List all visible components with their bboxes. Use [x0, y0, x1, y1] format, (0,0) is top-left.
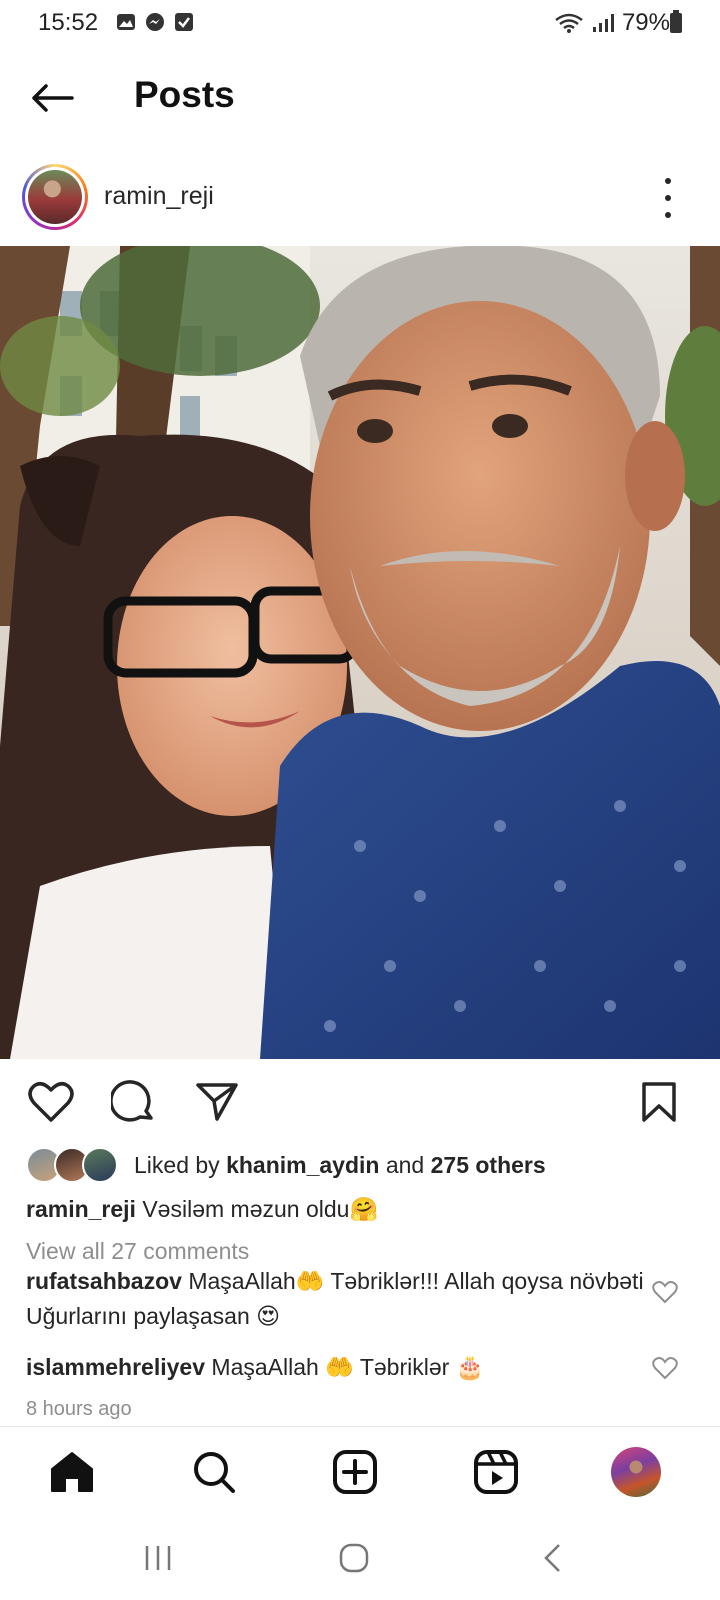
nav-create[interactable]: [330, 1447, 380, 1497]
messenger-icon: [146, 13, 164, 31]
recent-apps-button[interactable]: [138, 1538, 178, 1578]
avatar: [82, 1147, 118, 1183]
hug-emoji: 🤗: [349, 1197, 379, 1223]
more-dots-icon: [665, 178, 671, 184]
system-back-button[interactable]: [532, 1538, 572, 1578]
share-button[interactable]: [192, 1078, 242, 1126]
home-button[interactable]: [334, 1538, 374, 1578]
like-button[interactable]: [26, 1078, 76, 1126]
likes-row[interactable]: Liked by khanim_aydin and 275 others: [26, 1146, 546, 1184]
save-button[interactable]: [634, 1078, 684, 1126]
signal-icon: [592, 14, 614, 32]
post-header: ramin_reji: [0, 158, 720, 238]
comment-like-heart-icon[interactable]: [652, 1356, 678, 1380]
bottom-navigation: [0, 1426, 720, 1518]
back-button[interactable]: [26, 76, 78, 120]
likes-others[interactable]: 275 others: [431, 1152, 546, 1178]
system-navigation: [0, 1518, 720, 1600]
battery-icon: [670, 10, 682, 33]
battery-percent: 79%: [621, 9, 670, 36]
more-options-button[interactable]: [656, 178, 680, 218]
send-icon: [196, 1083, 238, 1121]
home-icon: [51, 1452, 93, 1492]
reels-icon: [474, 1450, 518, 1494]
likes-summary: Liked by khanim_aydin and 275 others: [134, 1151, 546, 1178]
home-circle-icon: [339, 1543, 369, 1573]
nav-home[interactable]: [47, 1447, 97, 1497]
caption-text: Vəsiləm məzun oldu: [142, 1196, 350, 1222]
status-right: 79%: [554, 9, 670, 37]
post-actions: [0, 1078, 720, 1128]
comment-icon: [111, 1080, 153, 1122]
comment-button[interactable]: [108, 1078, 158, 1126]
page-title: Posts: [134, 74, 235, 115]
nav-search[interactable]: [189, 1447, 239, 1497]
avatar: [28, 170, 82, 224]
post-username[interactable]: ramin_reji: [104, 182, 214, 211]
avatar: [611, 1447, 661, 1497]
post-timestamp: 8 hours ago: [26, 1398, 132, 1420]
post-image[interactable]: [0, 246, 720, 1059]
top-header: Posts: [0, 58, 720, 138]
view-all-comments-link[interactable]: View all 27 comments: [26, 1238, 249, 1265]
comment-item: islammehreliyev MaşaAllah 🤲 Təbriklər 🎂: [26, 1354, 485, 1381]
post-caption: ramin_reji Vəsiləm məzun oldu🤗: [26, 1196, 706, 1223]
post-photo: [0, 246, 720, 1059]
back-arrow-icon: [32, 84, 74, 112]
status-notification-icons: [116, 12, 194, 32]
heart-icon: [28, 1082, 74, 1122]
chevron-left-icon: [544, 1544, 560, 1572]
post-author-avatar[interactable]: [22, 164, 88, 230]
liker-avatars: [26, 1147, 118, 1183]
status-bar: 15:52 79%: [0, 0, 720, 46]
comment-item: rufatsahbazov MaşaAllah🤲 Təbriklər!!! Al…: [26, 1268, 644, 1330]
check-icon: [175, 13, 193, 31]
liker-username[interactable]: khanim_aydin: [226, 1152, 379, 1178]
caption-username[interactable]: ramin_reji: [26, 1196, 136, 1222]
add-post-icon: [333, 1450, 377, 1494]
nav-profile[interactable]: [611, 1447, 661, 1497]
gallery-icon: [117, 14, 135, 30]
nav-reels[interactable]: [471, 1447, 521, 1497]
wifi-icon: [555, 13, 583, 33]
search-icon: [194, 1452, 235, 1493]
status-time: 15:52: [38, 9, 99, 36]
comment-like-heart-icon[interactable]: [652, 1280, 678, 1304]
bookmark-icon: [642, 1082, 676, 1122]
comment-username[interactable]: rufatsahbazov: [26, 1268, 182, 1294]
comment-username[interactable]: islammehreliyev: [26, 1354, 205, 1380]
recent-apps-icon: [145, 1546, 171, 1570]
